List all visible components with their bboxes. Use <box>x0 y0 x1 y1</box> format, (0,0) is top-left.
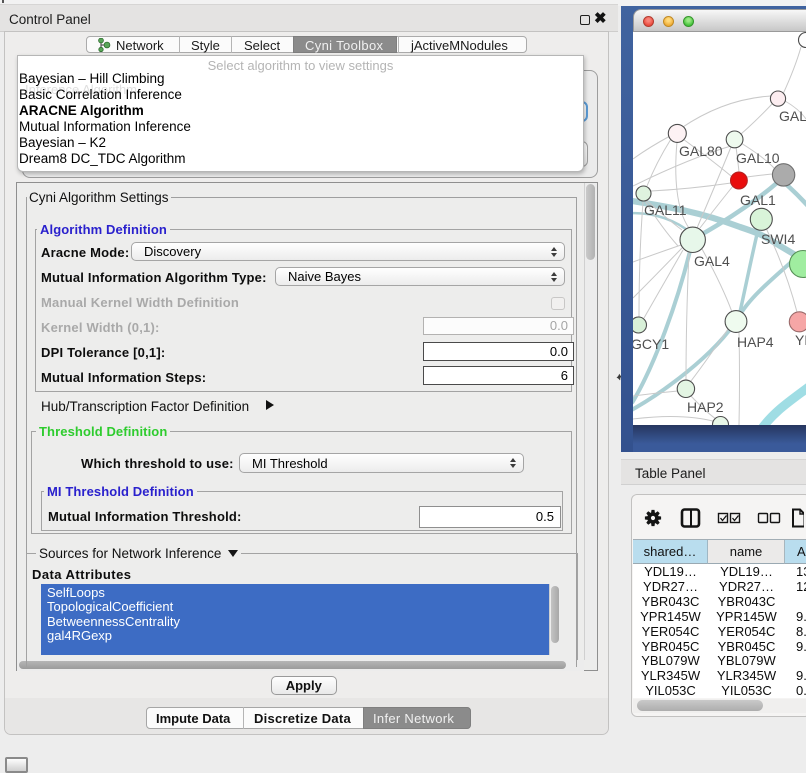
svg-text:GAL11: GAL11 <box>644 202 687 218</box>
svg-text:GAL10: GAL10 <box>736 150 780 166</box>
svg-text:HAP4: HAP4 <box>737 334 774 350</box>
svg-text:SWI4: SWI4 <box>761 231 795 247</box>
svg-text:GAL1: GAL1 <box>740 192 776 208</box>
svg-text:GAL7: GAL7 <box>779 108 806 124</box>
svg-text:GAL80: GAL80 <box>679 143 723 159</box>
svg-text:HAP2: HAP2 <box>687 399 724 415</box>
svg-text:GCY1: GCY1 <box>633 336 669 352</box>
svg-text:YEL: YEL <box>795 332 806 348</box>
svg-text:GAL4: GAL4 <box>694 253 730 269</box>
